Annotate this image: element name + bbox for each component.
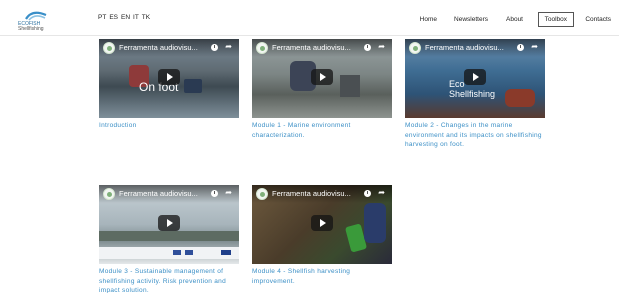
video-thumbnail[interactable]: Ferramenta audiovisu... ➦ bbox=[252, 185, 392, 264]
video-caption[interactable]: Module 2 - Changes in the marine environ… bbox=[405, 121, 545, 150]
channel-avatar bbox=[256, 42, 268, 54]
video-card-module-4: Ferramenta audiovisu... ➦ Module 4 - She… bbox=[252, 185, 392, 286]
video-title[interactable]: Ferramenta audiovisu... bbox=[425, 43, 504, 52]
site-logo[interactable]: ECOFISH Shellfishing bbox=[18, 9, 54, 33]
video-thumbnail[interactable]: Ferramenta audiovisu... ➦ bbox=[99, 185, 239, 264]
share-icon[interactable]: ➦ bbox=[225, 188, 232, 197]
share-icon[interactable]: ➦ bbox=[225, 42, 232, 51]
watch-later-icon[interactable] bbox=[364, 190, 371, 197]
video-title[interactable]: Ferramenta audiovisu... bbox=[119, 43, 198, 52]
channel-avatar bbox=[409, 42, 421, 54]
share-icon[interactable]: ➦ bbox=[378, 42, 385, 51]
lang-pt[interactable]: PT bbox=[98, 14, 106, 21]
video-thumbnail[interactable]: Ferramenta audiovisu... ➦ Eco Shellfishi… bbox=[405, 39, 545, 118]
video-title[interactable]: Ferramenta audiovisu... bbox=[272, 189, 351, 198]
play-icon[interactable] bbox=[311, 215, 333, 231]
channel-avatar bbox=[256, 188, 268, 200]
video-thumbnail[interactable]: Ferramenta audiovisu... ➦ On foot bbox=[99, 39, 239, 118]
site-header: ECOFISH Shellfishing PT ES EN IT TK Home… bbox=[0, 0, 619, 36]
play-icon[interactable] bbox=[311, 69, 333, 85]
watch-later-icon[interactable] bbox=[211, 190, 218, 197]
nav-about[interactable]: About bbox=[506, 16, 523, 23]
lang-es[interactable]: ES bbox=[109, 14, 118, 21]
video-title[interactable]: Ferramenta audiovisu... bbox=[119, 189, 198, 198]
video-caption[interactable]: Module 1 - Marine environment characteri… bbox=[252, 121, 392, 140]
play-icon[interactable] bbox=[464, 69, 486, 85]
video-card-module-3: Ferramenta audiovisu... ➦ Module 3 - Sus… bbox=[99, 185, 239, 293]
wave-logo-icon bbox=[25, 11, 47, 21]
watch-later-icon[interactable] bbox=[364, 44, 371, 51]
video-title[interactable]: Ferramenta audiovisu... bbox=[272, 43, 351, 52]
video-card-module-1: Ferramenta audiovisu... ➦ Module 1 - Mar… bbox=[252, 39, 392, 140]
language-switcher: PT ES EN IT TK bbox=[98, 14, 150, 21]
video-card-introduction: Ferramenta audiovisu... ➦ On foot Introd… bbox=[99, 39, 239, 131]
channel-avatar bbox=[103, 188, 115, 200]
video-card-module-2: Ferramenta audiovisu... ➦ Eco Shellfishi… bbox=[405, 39, 545, 150]
watch-later-icon[interactable] bbox=[517, 44, 524, 51]
nav-toolbox[interactable]: Toolbox bbox=[537, 12, 574, 27]
logo-line-2: Shellfishing bbox=[18, 26, 44, 32]
nav-contacts[interactable]: Contacts bbox=[585, 16, 611, 23]
lang-en[interactable]: EN bbox=[121, 14, 130, 21]
video-caption[interactable]: Module 3 - Sustainable management of she… bbox=[99, 267, 239, 293]
play-icon[interactable] bbox=[158, 69, 180, 85]
play-icon[interactable] bbox=[158, 215, 180, 231]
video-thumbnail[interactable]: Ferramenta audiovisu... ➦ bbox=[252, 39, 392, 118]
video-caption[interactable]: Introduction bbox=[99, 121, 239, 131]
lang-it[interactable]: IT bbox=[133, 14, 139, 21]
channel-avatar bbox=[103, 42, 115, 54]
nav-home[interactable]: Home bbox=[420, 16, 437, 23]
lang-tk[interactable]: TK bbox=[142, 14, 150, 21]
nav-newsletters[interactable]: Newsletters bbox=[454, 16, 488, 23]
share-icon[interactable]: ➦ bbox=[531, 42, 538, 51]
logo-text: ECOFISH Shellfishing bbox=[18, 22, 58, 32]
watch-later-icon[interactable] bbox=[211, 44, 218, 51]
video-caption[interactable]: Module 4 - Shellfish harvesting improvem… bbox=[252, 267, 392, 286]
share-icon[interactable]: ➦ bbox=[378, 188, 385, 197]
